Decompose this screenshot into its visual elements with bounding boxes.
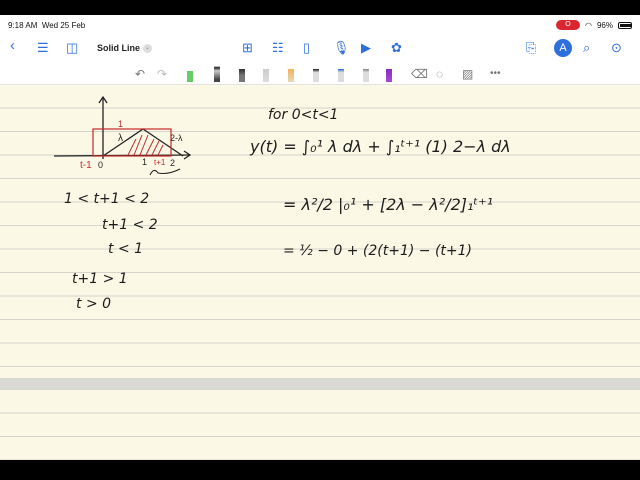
search-icon[interactable]: ⌕ — [583, 41, 590, 55]
play-video-icon[interactable]: ▶ — [361, 41, 371, 55]
battery-icon — [618, 21, 632, 29]
highlighter-tool[interactable] — [288, 66, 294, 82]
marker-pen-tool[interactable] — [214, 66, 220, 82]
inequality-line-4: t+1 > 1 — [72, 271, 128, 287]
page-separator — [0, 378, 640, 390]
label-two: 2 — [170, 158, 175, 168]
pen-mode-icon[interactable]: A — [554, 39, 572, 57]
back-chevron-icon[interactable]: ‹ — [10, 38, 15, 53]
label-zero: 0 — [98, 160, 103, 170]
label-t-plus-1: t+1 — [154, 158, 166, 167]
label-height: 1 — [118, 119, 123, 129]
redo-icon[interactable]: ↷ — [157, 66, 167, 82]
inequality-line-3: t < 1 — [108, 241, 144, 257]
document-title[interactable]: Solid Line — [97, 43, 140, 53]
lasso-icon[interactable]: ◌ — [436, 66, 443, 82]
undo-icon[interactable]: ↶ — [135, 66, 145, 82]
status-time: 9:18 AM — [8, 20, 38, 30]
label-lambda: λ — [118, 133, 123, 144]
wavy-line-pen-tool[interactable] — [313, 66, 319, 82]
microphone-icon[interactable]: 🎙︎ — [333, 41, 350, 55]
status-date: Wed 25 Feb — [41, 20, 86, 30]
purple-pen-tool[interactable] — [386, 66, 392, 82]
inequality-line-5: t > 0 — [76, 296, 112, 312]
eraser-icon[interactable]: ⌫ — [411, 66, 428, 82]
document-icon[interactable]: ⎘ — [526, 41, 536, 55]
scroll-icon[interactable]: ▯ — [303, 41, 310, 55]
drawing-toolbar: ↶ ↷ ⌫ ◌ ▨ ••• — [0, 63, 640, 85]
notebook-page[interactable]: t-1 0 1 t+1 2 λ 2-λ 1 1 < t+1 < 2 t+1 < … — [0, 85, 640, 378]
condition-text: for 0<t<1 — [268, 107, 339, 123]
text-pen-tool[interactable] — [363, 66, 369, 82]
sidebar-icon[interactable]: ◫ — [66, 41, 78, 55]
ballpoint-pen-tool[interactable] — [239, 66, 245, 82]
convolution-diagram: t-1 0 1 t+1 2 λ 2-λ 1 — [53, 95, 192, 176]
screen-recording-indicator[interactable]: O — [556, 20, 580, 30]
bracket-squiggle — [149, 168, 181, 176]
more-tools-icon[interactable]: ••• — [490, 66, 501, 82]
label-2-minus-lambda: 2-λ — [170, 133, 183, 143]
status-bar: 9:18 AM Wed 25 Feb O ◠ 96% — [0, 15, 640, 35]
battery-percent: 96% — [596, 20, 613, 30]
fountain-pen-tool[interactable] — [187, 66, 193, 82]
equation-line-3: = ½ − 0 + (2(t+1) − (t+1) — [283, 243, 473, 259]
more-options-icon[interactable]: ⊙ — [611, 41, 622, 55]
dashed-line-pen-tool[interactable] — [338, 66, 344, 82]
list-icon[interactable]: ☰ — [37, 41, 49, 55]
inequality-line-2: t+1 < 2 — [102, 217, 158, 233]
inequality-line-1: 1 < t+1 < 2 — [64, 191, 150, 207]
title-chevron-down-icon[interactable]: ⌄ — [143, 44, 152, 53]
screen-bezel-top — [0, 0, 640, 15]
wifi-icon: ◠ — [585, 20, 592, 30]
label-t-minus-1: t-1 — [80, 160, 92, 171]
ai-assistant-icon[interactable]: ✿ — [391, 41, 402, 55]
overlap-hatching — [127, 134, 164, 156]
next-notebook-page[interactable] — [0, 390, 640, 460]
navigation-bar: ‹ ☰ ◫ Solid Line ⌄ ⊞ ☷ ▯ 🎙︎ ▶ ✿ ⎘ A ⌕ ⊙ — [0, 35, 640, 63]
equation-line-2: = λ²/2 |₀¹ + [2λ − λ²/2]₁ᵗ⁺¹ — [283, 195, 493, 214]
screen-bezel-bottom — [0, 460, 640, 480]
add-page-icon[interactable]: ⊞ — [242, 41, 253, 55]
checklist-icon[interactable]: ☷ — [272, 41, 284, 55]
image-icon[interactable]: ▨ — [462, 66, 473, 82]
equation-line-1: y(t) = ∫₀¹ λ dλ + ∫₁ᵗ⁺¹ (1) 2−λ dλ — [250, 137, 511, 156]
label-one: 1 — [142, 157, 147, 167]
pencil-tool[interactable] — [263, 66, 269, 82]
